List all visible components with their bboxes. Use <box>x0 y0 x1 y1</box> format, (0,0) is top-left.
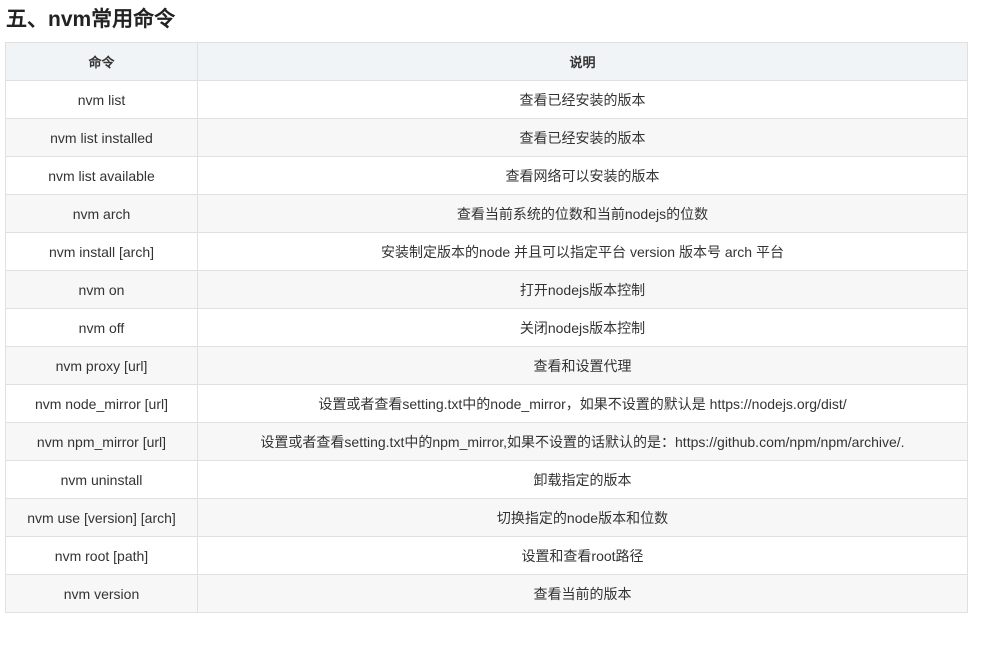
header-description: 说明 <box>197 42 968 81</box>
command-cell: nvm on <box>5 270 198 309</box>
command-cell: nvm root [path] <box>5 536 198 575</box>
section-heading: 五、nvm常用命令 <box>6 8 176 31</box>
command-cell: nvm uninstall <box>5 460 198 499</box>
description-cell: 查看网络可以安装的版本 <box>197 156 968 195</box>
command-cell: nvm arch <box>5 194 198 233</box>
command-cell: nvm use [version] [arch] <box>5 498 198 537</box>
description-cell: 打开nodejs版本控制 <box>197 270 968 309</box>
table-row: nvm version 查看当前的版本 <box>5 574 968 613</box>
table-row: nvm list installed 查看已经安装的版本 <box>5 118 968 157</box>
command-cell: nvm version <box>5 574 198 613</box>
command-cell: nvm node_mirror [url] <box>5 384 198 423</box>
table-row: nvm node_mirror [url] 设置或者查看setting.txt中… <box>5 384 968 423</box>
table-row: nvm install [arch] 安装制定版本的node 并且可以指定平台 … <box>5 232 968 271</box>
command-cell: nvm proxy [url] <box>5 346 198 385</box>
description-cell: 查看已经安装的版本 <box>197 80 968 119</box>
description-cell: 卸载指定的版本 <box>197 460 968 499</box>
table-row: nvm proxy [url] 查看和设置代理 <box>5 346 968 385</box>
description-cell: 设置和查看root路径 <box>197 536 968 575</box>
table-row: nvm use [version] [arch] 切换指定的node版本和位数 <box>5 498 968 537</box>
command-cell: nvm install [arch] <box>5 232 198 271</box>
table-row: nvm off 关闭nodejs版本控制 <box>5 308 968 347</box>
description-cell: 切换指定的node版本和位数 <box>197 498 968 537</box>
table-row: nvm npm_mirror [url] 设置或者查看setting.txt中的… <box>5 422 968 461</box>
table-row: nvm on 打开nodejs版本控制 <box>5 270 968 309</box>
description-cell: 设置或者查看setting.txt中的node_mirror，如果不设置的默认是… <box>197 384 968 423</box>
table-header-row: 命令 说明 <box>5 42 968 81</box>
table-row: nvm arch 查看当前系统的位数和当前nodejs的位数 <box>5 194 968 233</box>
description-cell: 查看已经安装的版本 <box>197 118 968 157</box>
table-row: nvm root [path] 设置和查看root路径 <box>5 536 968 575</box>
description-cell: 查看当前的版本 <box>197 574 968 613</box>
command-cell: nvm list available <box>5 156 198 195</box>
table-row: nvm list available 查看网络可以安装的版本 <box>5 156 968 195</box>
command-cell: nvm off <box>5 308 198 347</box>
document-page: 五、nvm常用命令 命令 说明 nvm list 查看已经安装的版本 nvm l… <box>0 0 983 647</box>
command-cell: nvm npm_mirror [url] <box>5 422 198 461</box>
command-cell: nvm list <box>5 80 198 119</box>
description-cell: 查看当前系统的位数和当前nodejs的位数 <box>197 194 968 233</box>
description-cell: 设置或者查看setting.txt中的npm_mirror,如果不设置的话默认的… <box>197 422 968 461</box>
command-table: 命令 说明 nvm list 查看已经安装的版本 nvm list instal… <box>5 42 968 613</box>
description-cell: 安装制定版本的node 并且可以指定平台 version 版本号 arch 平台 <box>197 232 968 271</box>
description-cell: 查看和设置代理 <box>197 346 968 385</box>
description-cell: 关闭nodejs版本控制 <box>197 308 968 347</box>
header-command: 命令 <box>5 42 198 81</box>
command-cell: nvm list installed <box>5 118 198 157</box>
table-row: nvm list 查看已经安装的版本 <box>5 80 968 119</box>
table-row: nvm uninstall 卸载指定的版本 <box>5 460 968 499</box>
